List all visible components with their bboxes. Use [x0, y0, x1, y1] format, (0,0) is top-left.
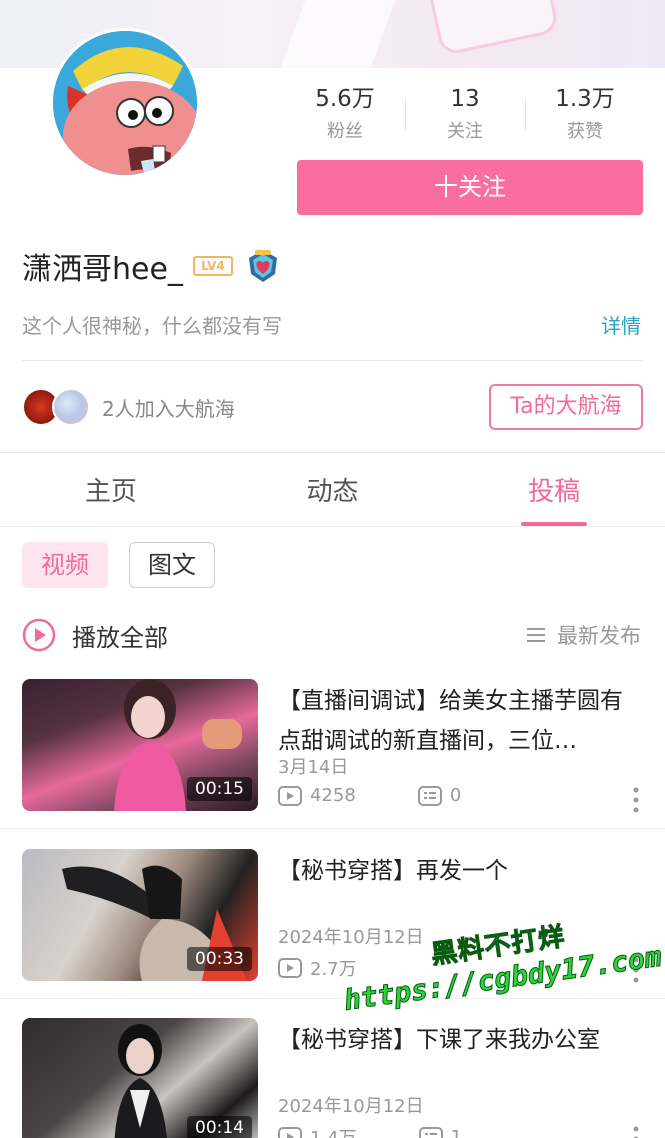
likes-label: 获赞 — [567, 121, 603, 142]
video-list-item[interactable]: 00:33 【秘书穿搭】再发一个 2024年10月12日 2.7万 — [0, 849, 665, 1001]
video-date: 2024年10月12日 — [278, 927, 424, 948]
filter-video-chip[interactable]: 视频 — [22, 542, 108, 588]
username: 潇洒哥hee_ — [22, 252, 183, 287]
divider — [22, 360, 643, 361]
list-menu-icon — [527, 628, 545, 642]
banner-decoration — [420, 0, 560, 57]
tab-uploads[interactable]: 投稿 — [443, 453, 665, 526]
more-options-icon[interactable] — [633, 787, 639, 813]
following-label: 关注 — [447, 121, 483, 142]
banner-decoration — [279, 0, 411, 68]
video-thumbnail[interactable]: 00:15 — [22, 679, 258, 811]
sort-label: 最新发布 — [557, 624, 641, 648]
video-comments: 0 — [449, 785, 462, 806]
bio-text: 这个人很神秘，什么都没有写 — [22, 314, 282, 338]
followers-label: 粉丝 — [327, 121, 363, 142]
divider — [0, 998, 665, 999]
danmaku-icon — [418, 1127, 443, 1138]
play-count-icon — [278, 1127, 302, 1138]
video-meta: 2.7万 — [278, 955, 357, 981]
video-title[interactable]: 【秘书穿搭】再发一个 — [278, 851, 643, 891]
tab-dynamics[interactable]: 动态 — [222, 453, 444, 526]
profile-tabs: 主页 动态 投稿 — [0, 453, 665, 527]
level-badge: LV4 — [192, 256, 233, 276]
fleet-count-text: 2人加入大航海 — [102, 396, 235, 421]
video-date: 3月14日 — [278, 757, 349, 778]
fleet-button[interactable]: Ta的大航海 — [489, 384, 643, 430]
comment-count: 1 — [418, 1126, 463, 1138]
fleet-members[interactable]: 2人加入大航海 — [22, 385, 235, 429]
video-views: 2.7万 — [310, 959, 357, 980]
video-title[interactable]: 【秘书穿搭】下课了来我办公室 — [278, 1020, 643, 1060]
video-meta: 4258 0 — [278, 785, 461, 806]
video-thumbnail[interactable]: 00:14 — [22, 1018, 258, 1138]
following-stat[interactable]: 13 关注 — [405, 84, 525, 148]
filter-photo-chip[interactable]: 图文 — [129, 542, 215, 588]
video-views: 4258 — [310, 785, 356, 806]
video-comments: 1 — [450, 1126, 463, 1138]
sort-button[interactable]: 最新发布 — [527, 620, 641, 650]
play-count-icon — [278, 958, 302, 978]
play-all-button[interactable]: 播放全部 — [22, 616, 168, 654]
fleet-member-avatar — [52, 388, 90, 426]
profile-stats: 5.6万 粉丝 13 关注 1.3万 获赞 — [285, 84, 645, 148]
play-all-label: 播放全部 — [72, 623, 168, 652]
fleet-medal-icon[interactable] — [245, 248, 281, 284]
video-duration: 00:15 — [187, 777, 252, 801]
detail-link[interactable]: 详情 — [601, 310, 641, 339]
divider — [0, 828, 665, 829]
video-views: 1.4万 — [310, 1124, 357, 1138]
more-options-icon[interactable] — [633, 957, 639, 983]
play-count-icon — [278, 785, 302, 806]
danmaku-icon — [417, 785, 442, 806]
video-title[interactable]: 【直播间调试】给美女主播芋圆有点甜调试的新直播间，三位… — [278, 681, 643, 761]
comment-count: 0 — [417, 785, 462, 806]
username-row: 潇洒哥hee_ LV4 — [22, 244, 281, 288]
video-list-item[interactable]: 00:14 【秘书穿搭】下课了来我办公室 2024年10月12日 1.4万 1 — [0, 1018, 665, 1138]
video-date: 2024年10月12日 — [278, 1096, 424, 1117]
video-duration: 00:14 — [187, 1116, 252, 1138]
avatar[interactable] — [50, 28, 200, 178]
video-meta: 1.4万 1 — [278, 1124, 462, 1138]
more-options-icon[interactable] — [633, 1126, 639, 1138]
followers-count: 5.6万 — [315, 86, 375, 112]
likes-stat[interactable]: 1.3万 获赞 — [525, 84, 645, 148]
video-thumbnail[interactable]: 00:33 — [22, 849, 258, 981]
following-count: 13 — [450, 86, 480, 112]
video-duration: 00:33 — [187, 947, 252, 971]
tab-home[interactable]: 主页 — [0, 453, 222, 526]
likes-count: 1.3万 — [555, 86, 615, 112]
video-list-item[interactable]: 00:15 【直播间调试】给美女主播芋圆有点甜调试的新直播间，三位… 3月14日… — [0, 679, 665, 831]
follow-button[interactable]: 十关注 — [297, 160, 643, 215]
avatar-illustration — [53, 31, 197, 175]
play-circle-icon — [22, 618, 56, 652]
followers-stat[interactable]: 5.6万 粉丝 — [285, 84, 405, 148]
